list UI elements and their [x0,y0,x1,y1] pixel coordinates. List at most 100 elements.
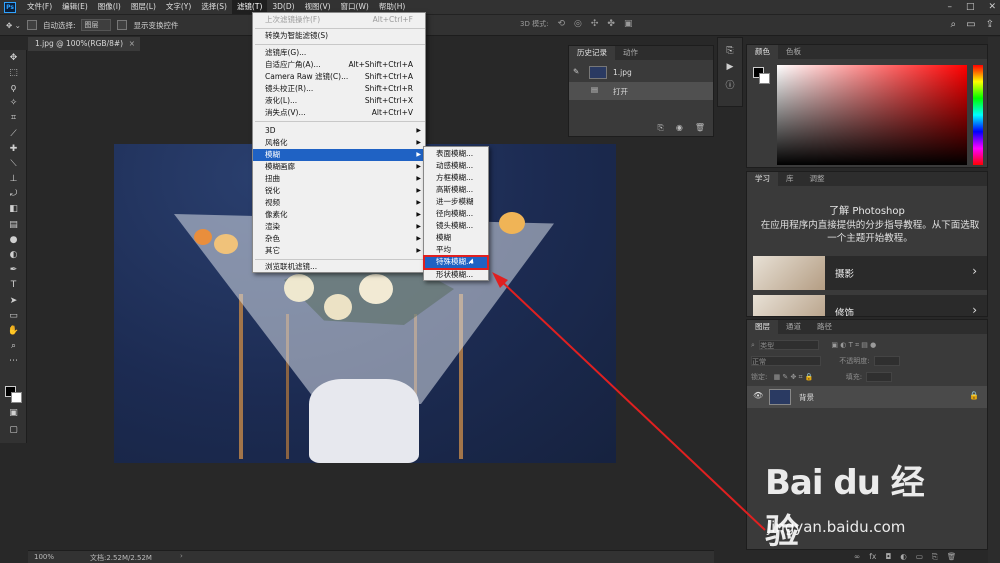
panel-background-color[interactable] [759,73,770,84]
auto-select-checkbox[interactable] [26,20,37,30]
quick-mask-icon[interactable]: ▣ [0,405,27,420]
lock-icon[interactable]: 🔒 [969,391,979,400]
menu-item-lens-correction[interactable]: 镜头校正(R)... Shift+Ctrl+R [253,83,425,95]
color-field[interactable] [777,65,967,165]
tab-actions[interactable]: 动作 [615,46,646,60]
type-icon[interactable]: T [0,278,27,293]
screen-mode-icon[interactable]: ▢ [0,422,27,437]
stamp-icon[interactable]: ⊥ [0,172,27,187]
tab-channels[interactable]: 通道 [778,320,809,334]
menu-item-3d[interactable]: 3D ▶ [253,125,425,137]
fill-field[interactable] [866,372,893,382]
eye-icon[interactable]: 👁 [753,391,763,400]
tab-history[interactable]: 历史记录 [569,46,615,60]
menu-item-render[interactable]: 渲染 ▶ [253,221,425,233]
adjustment-icon[interactable]: ◐ [900,552,907,561]
submenu-item-smart-blur[interactable]: 特殊模糊... [423,255,489,270]
blend-mode-select[interactable]: 正常 [751,356,821,366]
background-color[interactable] [11,392,22,403]
roll-icon[interactable]: ◎ [574,19,582,29]
submenu-item-blur[interactable]: 模糊 [424,232,488,244]
menu-item-browse-online[interactable]: 浏览联机滤镜... [253,261,425,273]
lasso-icon[interactable]: ϙ [0,80,27,95]
eraser-icon[interactable]: ◧ [0,202,27,217]
color-swatches[interactable] [5,386,25,406]
move-tool-icon[interactable]: ✥ ⌄ [6,21,21,30]
submenu-item-surface-blur[interactable]: 表面模糊... [424,148,488,160]
scale-icon[interactable]: ▣ [624,19,633,29]
close-icon[interactable]: ✕ [988,2,996,12]
new-document-icon[interactable]: ⎘ [657,123,663,133]
menu-item-convert-smart-filter[interactable]: 转换为智能滤镜(S) [253,30,425,42]
submenu-item-box-blur[interactable]: 方框模糊... [424,172,488,184]
menu-item-adaptive-wide-angle[interactable]: 自适应广角(A)... Alt+Shift+Ctrl+A [253,59,425,71]
menu-item-blur-gallery[interactable]: 模糊画廊 ▶ [253,161,425,173]
zoom-level[interactable]: 100% [34,553,54,561]
history-state-row[interactable]: ▤ 打开 [569,82,713,100]
tab-paths[interactable]: 路径 [809,320,840,334]
shape-icon[interactable]: ▭ [0,308,27,323]
marquee-icon[interactable]: ⬚ [0,65,27,80]
submenu-item-radial-blur[interactable]: 径向模糊... [424,208,488,220]
opacity-field[interactable] [873,356,900,366]
tab-learn[interactable]: 学习 [747,172,778,186]
menu-item-blur[interactable]: 模糊 ▶ [253,149,425,161]
menu-item-liquify[interactable]: 液化(L)... Shift+Ctrl+X [253,95,425,107]
fx-icon[interactable]: fx [869,552,876,561]
eyedropper-icon[interactable]: ⟋ [0,126,27,141]
tab-layers[interactable]: 图层 [747,320,778,334]
play-icon[interactable]: ▶ [727,62,734,72]
menu-item-filter-gallery[interactable]: 滤镜库(G)... [253,47,425,59]
layer-row-background[interactable]: 👁 背景 🔒 [747,386,987,408]
menu-item-distort[interactable]: 扭曲 ▶ [253,173,425,185]
orbit-icon[interactable]: ⟲ [557,19,565,29]
dodge-icon[interactable]: ◐ [0,247,27,262]
show-transform-checkbox[interactable] [117,20,128,30]
menu-item-noise[interactable]: 杂色 ▶ [253,233,425,245]
crop-icon[interactable]: ⌗ [0,111,27,126]
healing-icon[interactable]: ✚ [0,141,27,156]
menu-select[interactable]: 选择(S) [196,0,232,14]
folder-icon[interactable]: ▭ [916,552,923,561]
history-panel-icon[interactable]: ⎘ [726,46,733,56]
menu-item-video[interactable]: 视频 ▶ [253,197,425,209]
filter-icons[interactable]: ▣ ◐ T ⌗ ▤ ● [831,341,876,349]
menu-edit[interactable]: 编辑(E) [57,0,93,14]
submenu-item-average[interactable]: 平均 [424,244,488,256]
trash-icon[interactable]: 🗑 [947,552,957,561]
search-icon[interactable]: ⌕ [951,19,957,30]
zoom-icon[interactable]: ⌕ [0,339,27,354]
path-select-icon[interactable]: ➤ [0,293,27,308]
submenu-item-motion-blur[interactable]: 动感模糊... [424,160,488,172]
menu-item-vanishing-point[interactable]: 消失点(V)... Alt+Ctrl+V [253,107,425,119]
share-icon[interactable]: ⇪ [986,19,994,30]
camera-icon[interactable]: ◉ [676,123,683,133]
menu-file[interactable]: 文件(F) [22,0,57,14]
hand-icon[interactable]: ✋ [0,323,27,338]
tab-libraries[interactable]: 库 [778,172,802,186]
menu-image[interactable]: 图像(I) [93,0,126,14]
minimize-icon[interactable]: – [947,2,952,12]
submenu-item-lens-blur[interactable]: 镜头模糊... [424,220,488,232]
learn-card-retouch[interactable]: 修饰 › [753,295,987,316]
drag-icon[interactable]: ✣ [591,19,599,29]
submenu-item-shape-blur[interactable]: 形状模糊... [424,269,488,281]
tab-adjustments[interactable]: 调整 [802,172,833,186]
menu-item-pixelate[interactable]: 像素化 ▶ [253,209,425,221]
menu-item-camera-raw[interactable]: Camera Raw 滤镜(C)... Shift+Ctrl+A [253,71,425,83]
brush-icon[interactable]: ⟍ [0,156,27,171]
move-icon[interactable]: ✥ [0,50,27,65]
workspace-icon[interactable]: ▭ [966,19,975,30]
menu-layer[interactable]: 图层(L) [126,0,161,14]
history-snapshot-row[interactable]: ✎ 1.jpg [569,64,713,82]
learn-card-photography[interactable]: 摄影 › [753,256,987,290]
chevron-right-icon[interactable]: › [180,552,183,560]
tab-color[interactable]: 颜色 [747,45,778,59]
pen-icon[interactable]: ✒ [0,263,27,278]
trash-icon[interactable]: 🗑 [695,123,705,133]
tab-swatches[interactable]: 色板 [778,45,809,59]
history-brush-icon[interactable]: ⤾ [0,187,27,202]
menu-item-stylize[interactable]: 风格化 ▶ [253,137,425,149]
link-icon[interactable]: ∞ [854,552,860,561]
new-layer-icon[interactable]: ⎘ [932,552,938,562]
